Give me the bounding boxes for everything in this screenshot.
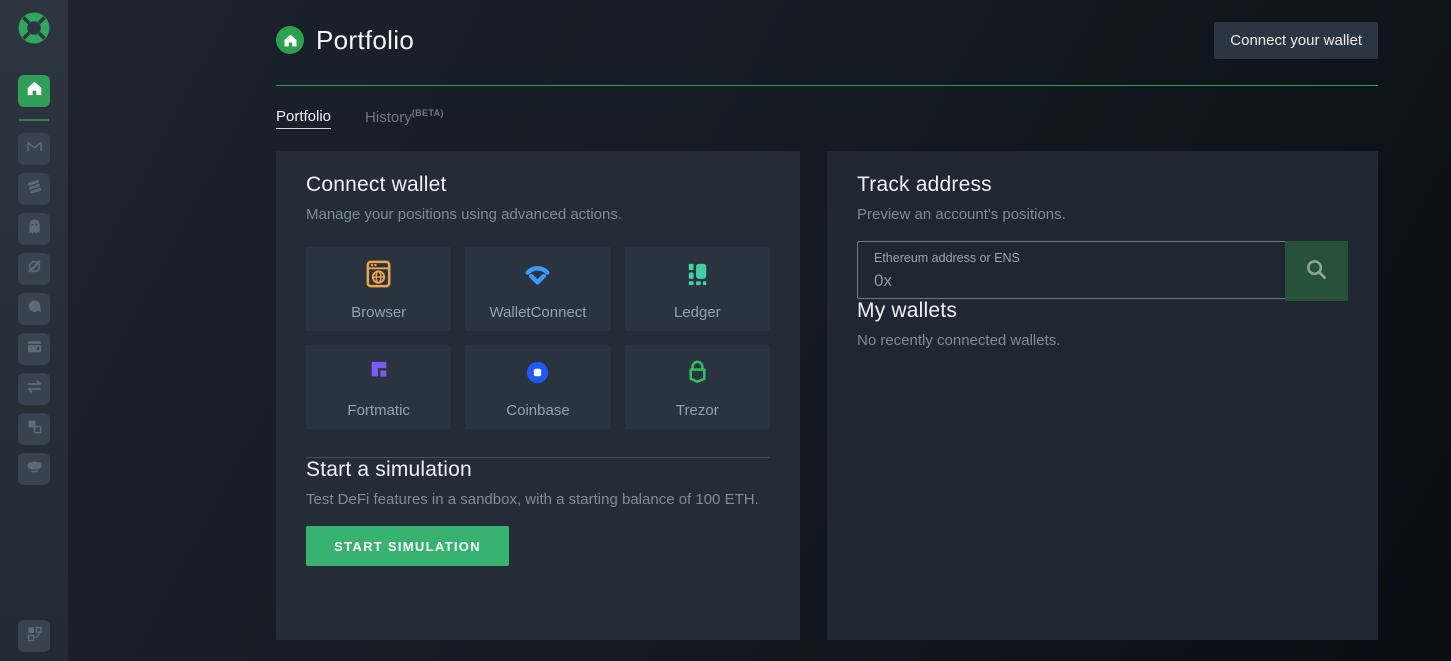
address-input[interactable] bbox=[874, 271, 1267, 291]
sidebar-item-compound[interactable] bbox=[18, 173, 50, 205]
start-simulation-button[interactable]: START SIMULATION bbox=[306, 526, 509, 566]
wallet-option-ledger[interactable]: Ledger bbox=[624, 247, 770, 331]
sidebar-item-savings[interactable] bbox=[18, 333, 50, 365]
wallet-option-label: Fortmatic bbox=[347, 401, 410, 419]
header-divider bbox=[276, 85, 1378, 86]
sidebar-active-divider bbox=[19, 119, 49, 121]
sidebar-item-shifter[interactable] bbox=[18, 413, 50, 445]
track-address-subtitle: Preview an account's positions. bbox=[857, 206, 1066, 223]
my-wallets-title: My wallets bbox=[857, 299, 958, 322]
address-input-group: Ethereum address or ENS bbox=[857, 241, 1348, 301]
sidebar-item-home[interactable] bbox=[18, 75, 50, 107]
savings-wallet-icon bbox=[25, 337, 44, 361]
wallet-option-label: Trezor bbox=[675, 401, 719, 419]
connect-wallet-panel: Connect wallet Manage your positions usi… bbox=[276, 151, 800, 640]
wallet-option-walletconnect[interactable]: WalletConnect bbox=[465, 247, 611, 331]
wallet-option-label: Browser bbox=[351, 303, 407, 321]
wallet-option-label: Ledger bbox=[673, 303, 721, 321]
main-content: Portfolio Connect your wallet Portfolio … bbox=[276, 0, 1378, 640]
home-icon bbox=[26, 80, 43, 102]
wallet-option-browser[interactable]: Browser bbox=[306, 247, 452, 331]
chef-hat-icon bbox=[25, 457, 44, 481]
page-title: Portfolio bbox=[316, 24, 415, 55]
tab-bar: Portfolio History(BETA) bbox=[276, 108, 1378, 130]
defi-saver-logo-icon[interactable] bbox=[15, 9, 53, 47]
browser-wallet-icon bbox=[362, 258, 395, 296]
fortmatic-icon bbox=[362, 356, 395, 394]
maker-icon bbox=[25, 137, 44, 161]
sidebar-item-connect[interactable] bbox=[18, 620, 50, 652]
address-input-label: Ethereum address or ENS bbox=[874, 251, 1020, 265]
reflexer-icon bbox=[25, 257, 44, 281]
search-icon bbox=[1304, 257, 1329, 285]
walletconnect-icon bbox=[521, 258, 554, 296]
tab-portfolio[interactable]: Portfolio bbox=[276, 108, 332, 129]
liquity-icon bbox=[25, 297, 44, 321]
shifter-icon bbox=[25, 417, 44, 441]
sidebar-item-reflexer[interactable] bbox=[18, 253, 50, 285]
wallet-option-label: Coinbase bbox=[506, 401, 570, 419]
ledger-icon bbox=[681, 258, 714, 296]
sidebar-item-maker[interactable] bbox=[18, 133, 50, 165]
wallet-option-fortmatic[interactable]: Fortmatic bbox=[306, 345, 452, 429]
exchange-arrows-icon bbox=[25, 377, 44, 401]
wallet-option-label: WalletConnect bbox=[489, 303, 587, 321]
connect-wallet-subtitle: Manage your positions using advanced act… bbox=[306, 206, 623, 223]
trezor-lock-icon bbox=[681, 356, 714, 394]
wallet-option-trezor[interactable]: Trezor bbox=[624, 345, 770, 429]
sidebar-item-liquity[interactable] bbox=[18, 293, 50, 325]
tab-history[interactable]: History(BETA) bbox=[365, 108, 444, 126]
address-search-button[interactable] bbox=[1285, 241, 1348, 301]
portfolio-home-badge-icon bbox=[276, 26, 304, 54]
coinbase-icon bbox=[521, 356, 554, 394]
sidebar bbox=[0, 0, 68, 661]
sidebar-item-exchange[interactable] bbox=[18, 373, 50, 405]
simulation-title: Start a simulation bbox=[306, 458, 472, 481]
connect-your-wallet-button[interactable]: Connect your wallet bbox=[1214, 21, 1378, 59]
wallet-option-coinbase[interactable]: Coinbase bbox=[465, 345, 611, 429]
page-header: Portfolio Connect your wallet bbox=[276, 0, 1378, 59]
connect-blocks-icon bbox=[25, 624, 44, 648]
wallet-options-grid: Browser WalletConnect Ledger Fortmatic C… bbox=[306, 247, 770, 429]
track-address-panel: Track address Preview an account's posit… bbox=[827, 151, 1378, 640]
beta-badge: (BETA) bbox=[411, 108, 444, 118]
my-wallets-empty-text: No recently connected wallets. bbox=[857, 332, 1061, 349]
track-address-title: Track address bbox=[857, 173, 992, 196]
connect-wallet-title: Connect wallet bbox=[306, 173, 447, 196]
sidebar-item-aave[interactable] bbox=[18, 213, 50, 245]
compound-icon bbox=[25, 177, 44, 201]
sidebar-item-recipes[interactable] bbox=[18, 453, 50, 485]
simulation-subtitle: Test DeFi features in a sandbox, with a … bbox=[306, 491, 759, 508]
aave-ghost-icon bbox=[25, 217, 44, 241]
